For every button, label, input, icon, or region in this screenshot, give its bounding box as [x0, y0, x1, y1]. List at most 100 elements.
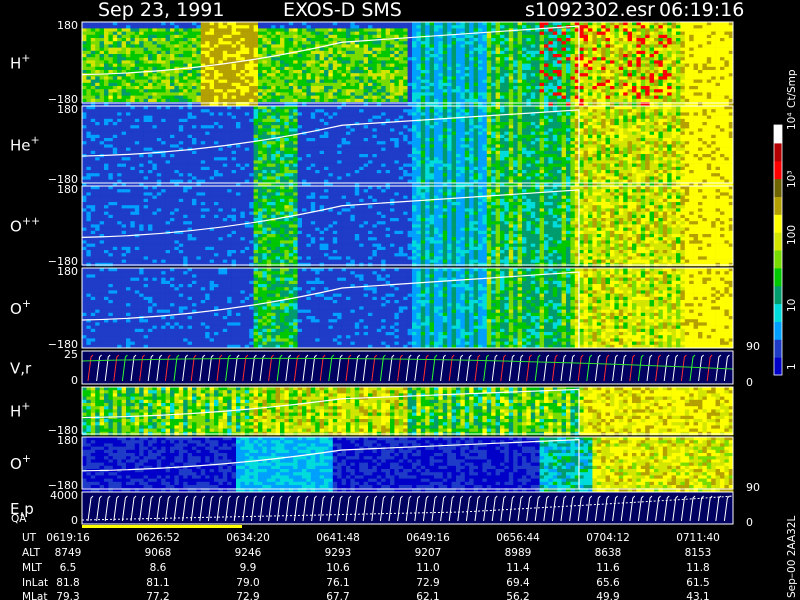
- spectrogram-cell: [209, 89, 215, 93]
- spectrogram-cell: [280, 25, 285, 29]
- spectrogram-cell: [86, 134, 92, 139]
- spectrogram-cell: [275, 160, 281, 164]
- spectrogram-cell: [95, 115, 100, 120]
- spectrogram-cell: [517, 76, 523, 80]
- spectrogram-cell: [227, 160, 232, 164]
- spectrogram-cell: [328, 73, 334, 77]
- spectrogram-cell: [469, 82, 474, 87]
- spectrogram-cell: [222, 163, 228, 168]
- spectrogram-cell: [530, 86, 536, 90]
- spectrogram-cell: [143, 73, 149, 77]
- spectrogram-cell: [95, 134, 100, 139]
- spectrogram-cell: [328, 76, 334, 80]
- spectrogram-cell: [200, 122, 206, 126]
- spectrogram-cell: [258, 170, 263, 174]
- spectrogram-cell: [319, 70, 325, 74]
- spectrogram-cell: [403, 86, 408, 90]
- spectrogram-cell: [715, 73, 721, 77]
- spectrogram-cell: [434, 63, 439, 68]
- spectrogram-cell: [359, 98, 364, 103]
- spectrogram-cell: [460, 63, 466, 68]
- spectrogram-cell: [280, 138, 285, 142]
- spectrogram-cell: [196, 166, 202, 171]
- spectrogram-cell: [596, 28, 602, 32]
- spectrogram-cell: [412, 47, 417, 52]
- spectrogram-cell: [640, 89, 646, 93]
- spectrogram-cell: [139, 89, 144, 93]
- spectrogram-cell: [187, 166, 193, 171]
- spectrogram-cell: [126, 54, 131, 58]
- spectrogram-cell: [297, 57, 303, 61]
- spectrogram-cell: [354, 66, 360, 71]
- spectrogram-cell: [711, 57, 716, 61]
- spectrogram-cell: [552, 57, 558, 61]
- spectrogram-cell: [112, 63, 118, 68]
- spectrogram-cell: [139, 47, 144, 52]
- spectrogram-cell: [315, 50, 320, 55]
- spectrogram-cell: [693, 95, 699, 100]
- spectrogram-cell: [557, 95, 562, 100]
- spectrogram-cell: [108, 66, 114, 71]
- spectrogram-cell: [244, 128, 250, 132]
- spectrogram-cell: [570, 89, 576, 93]
- spectrogram-cell: [482, 50, 488, 55]
- spectrogram-cell: [640, 95, 646, 100]
- spectrogram-cell: [491, 73, 496, 77]
- spectrogram-cell: [112, 22, 118, 26]
- spectrogram-cell: [539, 54, 545, 58]
- spectrogram-cell: [693, 41, 699, 45]
- spectrogram-cell: [667, 76, 672, 80]
- spectrogram-cell: [253, 150, 259, 155]
- spectrogram-cell: [486, 38, 492, 42]
- spectrogram-cell: [178, 109, 184, 113]
- spectrogram-cell: [266, 66, 272, 71]
- spectrogram-cell: [464, 22, 470, 26]
- spectrogram-cell: [86, 115, 92, 120]
- spectrogram-cell: [227, 41, 232, 45]
- spectrogram-cell: [104, 89, 109, 93]
- spectrogram-cell: [592, 47, 598, 52]
- spectrogram-cell: [618, 60, 624, 64]
- spectrogram-cell: [702, 47, 708, 52]
- spectrogram-cell: [108, 57, 114, 61]
- spectrogram-cell: [372, 98, 378, 103]
- spectrogram-cell: [280, 31, 285, 36]
- spectrogram-cell: [649, 79, 655, 84]
- spectrogram-cell: [403, 73, 408, 77]
- spectrogram-cell: [130, 57, 136, 61]
- spectrogram-cell: [605, 66, 611, 71]
- spectrogram-cell: [372, 54, 378, 58]
- spectrogram-cell: [262, 141, 268, 145]
- spectrogram-cell: [337, 79, 342, 84]
- spectrogram-cell: [165, 28, 171, 32]
- spectrogram-cell: [214, 86, 219, 90]
- spectrogram-cell: [412, 54, 417, 58]
- spectrogram-cell: [464, 38, 470, 42]
- spectrogram-cell: [618, 25, 624, 29]
- spectrogram-cell: [530, 95, 536, 100]
- spectrogram-cell: [275, 57, 281, 61]
- spectrogram-cell: [82, 54, 87, 58]
- spectrogram-cell: [192, 25, 197, 29]
- spectrogram-cell: [152, 106, 158, 110]
- spectrogram-cell: [165, 82, 171, 87]
- spectrogram-cell: [508, 73, 514, 77]
- spectrogram-cell: [645, 28, 650, 32]
- spectrogram-cell: [148, 38, 153, 42]
- spectrogram-cell: [592, 73, 598, 77]
- spectrogram-cell: [561, 95, 567, 100]
- spectrogram-cell: [504, 47, 510, 52]
- spectrogram-cell: [689, 47, 694, 52]
- spectrogram-cell: [640, 79, 646, 84]
- spectrogram-cell: [592, 82, 598, 87]
- spectrogram-cell: [451, 60, 457, 64]
- spectrogram-cell: [86, 122, 92, 126]
- spectrogram-cell: [148, 128, 153, 132]
- spectrogram-cell: [517, 79, 523, 84]
- spectrogram-cell: [500, 89, 505, 93]
- spectrogram-cell: [306, 57, 312, 61]
- spectrogram-cell: [152, 73, 158, 77]
- spectrogram-cell: [566, 66, 571, 71]
- spectrogram-cell: [275, 25, 281, 29]
- spectrogram-cell: [627, 38, 633, 42]
